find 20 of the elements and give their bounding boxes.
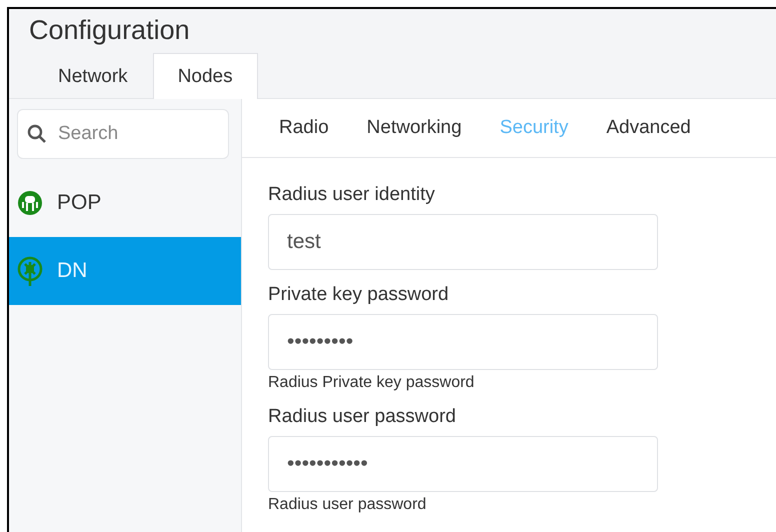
tab[interactable]: Advanced <box>587 99 710 157</box>
field-label: Private key password <box>268 284 450 306</box>
input-field[interactable]: ••••••••••• <box>268 436 658 492</box>
search-field[interactable]: Search <box>17 109 229 159</box>
tab[interactable]: Networking <box>348 99 481 157</box>
tab[interactable]: Radio <box>260 99 348 157</box>
page-title: Configuration <box>28 14 191 47</box>
tower-icon <box>17 190 43 216</box>
field-label: Radius user password <box>268 406 457 428</box>
help-text: Radius user password <box>268 496 428 514</box>
node-label: POP <box>57 191 102 215</box>
field-label: Radius user identity <box>268 184 436 206</box>
node-label: DN <box>57 259 88 283</box>
node-item[interactable]: POP <box>9 169 241 237</box>
help-text: Radius Private key password <box>268 374 476 392</box>
input-field[interactable]: test <box>268 214 658 270</box>
tab[interactable]: Nodes <box>152 53 258 99</box>
input-field[interactable]: ••••••••• <box>268 314 658 370</box>
tab[interactable]: Network <box>33 53 153 99</box>
antenna-icon <box>17 256 43 286</box>
